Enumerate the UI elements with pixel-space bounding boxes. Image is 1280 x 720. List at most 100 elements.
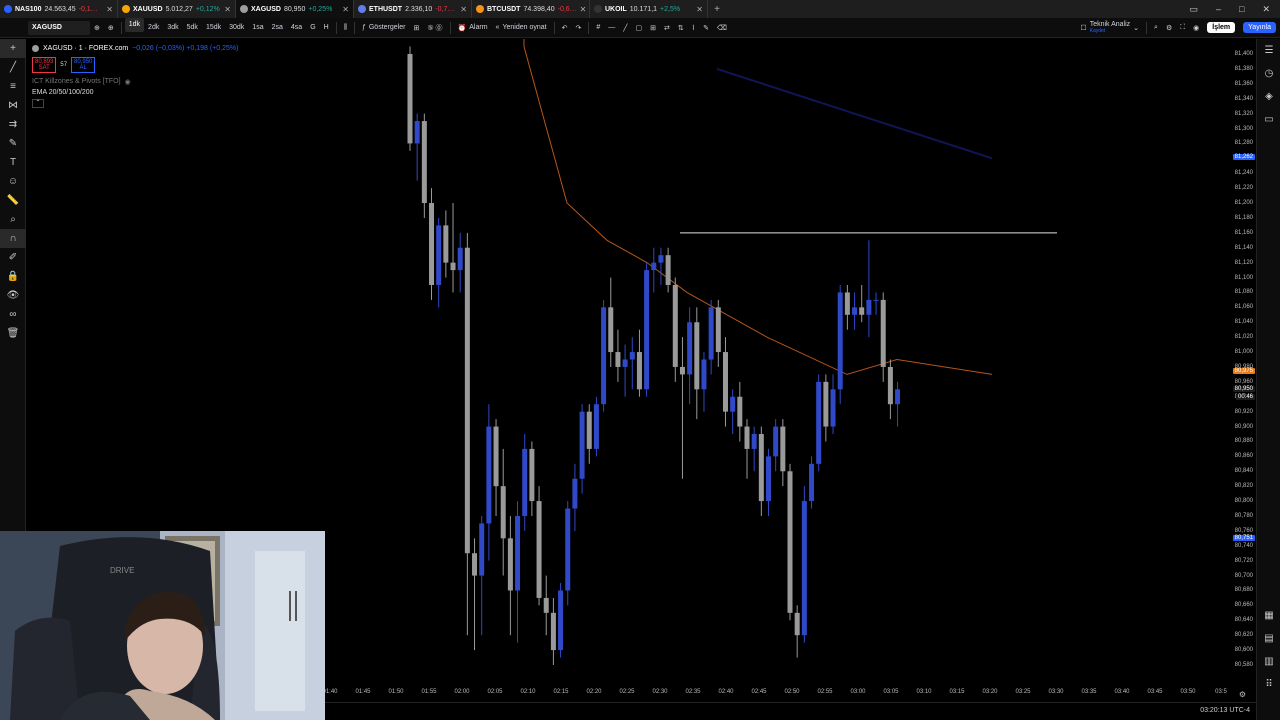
search-icon[interactable]: ⌕ [1150,18,1162,38]
position-tool-icon[interactable]: ⇅ [674,18,688,38]
pattern-tool-icon[interactable]: ⌇ [688,18,699,38]
eye-icon[interactable]: ◉ [125,78,131,86]
clock[interactable]: 03:20:13 UTC-4 [1200,707,1250,714]
interval-4sa[interactable]: 4sa [287,18,306,38]
interval-1sa[interactable]: 1sa [248,18,267,38]
grid-tool-icon[interactable]: # [592,18,604,38]
price-axis[interactable]: 81,400 81,380 81,360 81,340 81,320 81,300 81,2… [1229,39,1256,702]
trendline-tool-icon[interactable]: ╱ [619,18,631,38]
templates-icon[interactable]: ⊞ [409,18,423,38]
tab-change: +0,25% [308,5,333,13]
zoom-icon[interactable]: ⌕ [0,210,26,229]
alarm-button[interactable]: ⏰ Alarm [454,18,492,38]
ruler-icon[interactable]: 📏 [0,191,26,210]
candle-body [895,389,901,405]
indicators-button[interactable]: ƒ Göstergeler [358,18,409,38]
pattern-icon[interactable]: ⋈ [0,96,26,115]
axis-settings-icon[interactable]: ⚙ [1229,686,1256,702]
maximize-icon[interactable]: □ [1239,4,1244,15]
compare-icon[interactable]: ⊕ [90,18,104,38]
add-symbol-icon[interactable]: ⊕ [104,18,118,38]
close-tab-icon[interactable]: ✕ [460,5,467,14]
eraser-tool-icon[interactable]: ⌫ [713,18,731,38]
trash-icon[interactable]: 🗑 [0,324,26,343]
replay-icon: « [495,24,500,31]
tab-nas100[interactable]: NAS100 24.563,45 -0,1… ✕ [0,0,118,18]
watchlist-icon[interactable]: ☰ [1257,39,1280,62]
layout-icon[interactable]: ▭ [1189,4,1198,15]
tab-xauusd[interactable]: XAUUSD 5.012,27 +0,12% ✕ [118,0,236,18]
interval-G[interactable]: G [306,18,319,38]
publish-button[interactable]: Yayınla [1239,18,1280,38]
link-icon[interactable]: ∞ [0,305,26,324]
fib-icon[interactable]: ≡ [0,77,26,96]
candle-body [443,225,449,263]
magnet-icon[interactable]: ∩ [0,229,26,248]
interval-2sa[interactable]: 2sa [268,18,287,38]
time-tick-label: 02:20 [586,689,602,695]
crosshair-icon[interactable]: + [0,39,26,58]
close-tab-icon[interactable]: ✕ [580,5,587,14]
hline-tool-icon[interactable]: — [604,18,619,38]
candle-body [887,366,893,405]
interval-5dk[interactable]: 5dk [183,18,202,38]
fib-tool-icon[interactable]: ⊞ [646,18,660,38]
minimize-icon[interactable]: – [1216,4,1221,15]
indicator-row[interactable]: ICT Killzones & Pivots [TFO] ◉ [32,76,238,87]
trendline-icon[interactable]: ╱ [0,58,26,77]
tab-ethusdt[interactable]: ETHUSDT 2.336,10 -0,7… ✕ [354,0,472,18]
lock-icon[interactable]: 🔒 [0,267,26,286]
fullscreen-icon[interactable]: ⛶ [1176,18,1189,38]
indicator-count-badge[interactable]: ⑤ ⓪ [423,18,446,38]
trade-button[interactable]: İşlem [1203,18,1239,38]
interval-3dk[interactable]: 3dk [163,18,182,38]
notes-icon[interactable]: ▤ [1257,627,1280,650]
tab-btcusdt[interactable]: BTCUSDT 74.398,40 -0,6… ✕ [472,0,590,18]
tab-xagusd[interactable]: XAGUSD 80,950 +0,25% ✕ [236,0,354,18]
indicator-row[interactable]: EMA 20/50/100/200 [32,87,238,98]
text-icon[interactable]: T [0,153,26,172]
brush-tool-icon[interactable]: ✎ [699,18,713,38]
legend-collapse[interactable]: ⌃ [32,98,238,109]
close-icon[interactable]: ✕ [1262,4,1270,15]
interval-30dk[interactable]: 30dk [225,18,248,38]
symbol-search[interactable]: XAGUSD [28,20,90,35]
camera-icon[interactable]: ◉ [1189,18,1203,38]
tab-ukoil[interactable]: UKOIL 10.171,1 +2,5% ✕ [590,0,708,18]
eye-icon[interactable]: 👁 [0,286,26,305]
settings-icon[interactable]: ⚙ [1162,18,1176,38]
candle-type-icon[interactable]: ⫼ [340,18,351,38]
close-tab-icon[interactable]: ✕ [224,5,231,14]
interval-H[interactable]: H [320,18,333,38]
tech-analysis-button[interactable]: ☐ Teknik Analiz Kaydet ⌄ [1076,18,1143,38]
stay-drawing-icon[interactable]: ✐ [0,248,26,267]
sell-button[interactable]: 80,893 SAT [32,57,57,73]
interval-1dk[interactable]: 1dk [124,17,145,32]
price-tick-label: 81,180 [1234,214,1253,221]
interval-2dk[interactable]: 2dk [144,18,163,38]
close-tab-icon[interactable]: ✕ [696,5,703,14]
undo-icon[interactable]: ↶ [558,18,572,38]
candle-body [844,292,850,315]
symbol-label: XAGUSD [32,24,62,31]
close-tab-icon[interactable]: ✕ [106,5,113,14]
chat-icon[interactable]: ▭ [1257,108,1280,131]
ruler-tool-icon[interactable]: ⇄ [660,18,674,38]
tab-change: -0,1… [78,5,98,13]
tab-price: 74.398,40 [523,5,555,13]
interval-15dk[interactable]: 15dk [202,18,225,38]
close-tab-icon[interactable]: ✕ [342,5,349,14]
hotlist-icon[interactable]: ▥ [1257,650,1280,673]
new-tab-button[interactable]: + [708,4,726,15]
buy-button[interactable]: 80,950 AL [71,57,96,73]
calendar-icon[interactable]: ▦ [1257,604,1280,627]
layers-icon[interactable]: ◈ [1257,85,1280,108]
brush-icon[interactable]: ✎ [0,134,26,153]
rectangle-tool-icon[interactable]: ▢ [631,18,646,38]
apps-grid-icon[interactable]: ⠿ [1257,673,1280,696]
replay-button[interactable]: «Yeniden oynat [492,18,551,38]
forecast-icon[interactable]: ⇉ [0,115,26,134]
redo-icon[interactable]: ↷ [571,18,585,38]
emoji-icon[interactable]: ☺ [0,172,26,191]
alerts-icon[interactable]: ◷ [1257,62,1280,85]
